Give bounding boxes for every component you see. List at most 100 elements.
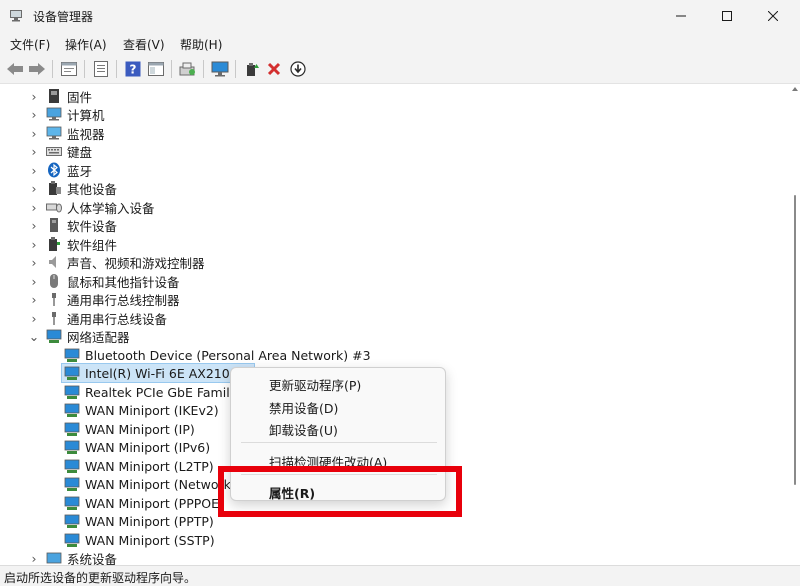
chevron-right-icon[interactable]: ›	[28, 179, 40, 197]
tree-category[interactable]: › 其他设备	[28, 179, 118, 197]
chevron-down-icon[interactable]: ⌄	[28, 327, 40, 345]
category-label: 软件设备	[67, 218, 118, 234]
computer-icon	[46, 107, 62, 121]
add-driver-button[interactable]	[242, 59, 262, 79]
chevron-right-icon[interactable]: ›	[28, 309, 40, 327]
network-adapter-icon	[64, 366, 80, 380]
maximize-button[interactable]	[704, 0, 750, 32]
chevron-right-icon[interactable]: ›	[28, 290, 40, 308]
vertical-scrollbar[interactable]	[790, 85, 800, 565]
uninstall-down-button[interactable]	[288, 59, 308, 79]
network-adapter-icon	[64, 496, 80, 510]
chevron-right-icon[interactable]: ›	[28, 272, 40, 290]
uninstall-down-icon	[290, 61, 306, 77]
network-device-item[interactable]: Bluetooth Device (Personal Area Network)…	[64, 346, 371, 364]
title-bar: 设备管理器	[0, 0, 800, 32]
scroll-thumb[interactable]	[794, 195, 796, 485]
tree-category[interactable]: › 软件设备	[28, 216, 118, 234]
tree-category[interactable]: › 监视器	[28, 124, 105, 142]
properties-button[interactable]	[59, 59, 79, 79]
network-device-item[interactable]: WAN Miniport (L2TP)	[64, 457, 214, 475]
close-button[interactable]	[750, 0, 796, 32]
menu-disable-device[interactable]: 禁用设备(D)	[269, 398, 338, 417]
firmware-icon	[49, 89, 59, 103]
device-label: WAN Miniport (PPPOE	[85, 495, 220, 511]
chevron-right-icon[interactable]: ›	[28, 105, 40, 123]
category-label: 软件组件	[67, 237, 118, 253]
menu-view[interactable]: 查看(V)	[123, 36, 165, 53]
scan-hardware-icon	[179, 62, 195, 76]
chevron-right-icon[interactable]: ›	[28, 87, 40, 105]
category-label: 网络适配器	[67, 329, 130, 345]
network-adapter-icon	[64, 514, 80, 528]
keyboard-icon	[46, 147, 62, 156]
chevron-right-icon[interactable]: ›	[28, 253, 40, 271]
device-label: Intel(R) Wi-Fi 6E AX210 16	[85, 365, 250, 381]
toolbar-separator	[171, 60, 172, 78]
menu-uninstall-device[interactable]: 卸载设备(U)	[269, 420, 338, 439]
tree-category[interactable]: › 通用串行总线控制器	[28, 290, 180, 308]
tree-category[interactable]: › 鼠标和其他指针设备	[28, 272, 180, 290]
network-device-item[interactable]: WAN Miniport (IKEv2)	[64, 401, 219, 419]
chevron-right-icon[interactable]: ›	[28, 142, 40, 160]
network-device-item[interactable]: WAN Miniport (PPPOE	[64, 494, 219, 512]
category-label: 固件	[67, 89, 93, 105]
back-button[interactable]	[5, 59, 25, 79]
tree-category[interactable]: › 蓝牙	[28, 161, 92, 179]
hid-icon	[46, 203, 62, 213]
device-label: WAN Miniport (IKEv2)	[85, 402, 219, 418]
tree-category[interactable]: › 人体学输入设备	[28, 198, 155, 216]
disable-button[interactable]	[264, 59, 284, 79]
chevron-right-icon[interactable]: ›	[28, 235, 40, 253]
tree-category[interactable]: ⌄ 网络适配器	[28, 327, 130, 345]
tree-category[interactable]: › 键盘	[28, 142, 93, 160]
sound-icon	[49, 256, 56, 268]
console-button[interactable]	[146, 59, 166, 79]
network-device-item[interactable]: WAN Miniport (IP)	[64, 420, 195, 438]
software-device-icon	[50, 218, 58, 232]
minimize-icon	[676, 15, 686, 17]
menu-help[interactable]: 帮助(H)	[180, 36, 222, 53]
network-adapter-icon	[64, 533, 80, 547]
forward-button[interactable]	[27, 59, 47, 79]
chevron-right-icon[interactable]: ›	[28, 198, 40, 216]
network-device-item[interactable]: WAN Miniport (SSTP)	[64, 531, 215, 549]
chevron-right-icon[interactable]: ›	[28, 549, 40, 566]
chevron-right-icon[interactable]: ›	[28, 216, 40, 234]
toolbar-separator	[235, 60, 236, 78]
network-adapter-icon	[64, 422, 80, 436]
tree-category[interactable]: › 声音、视频和游戏控制器	[28, 253, 205, 271]
scan-hardware-button[interactable]	[178, 59, 198, 79]
network-device-item[interactable]: WAN Miniport (IPv6)	[64, 438, 210, 456]
device-label: Bluetooth Device (Personal Area Network)…	[85, 347, 371, 363]
menu-action[interactable]: 操作(A)	[65, 36, 107, 53]
help-button[interactable]: ?	[123, 59, 143, 79]
help-icon: ?	[125, 61, 141, 77]
tree-category[interactable]: › 固件	[28, 87, 93, 105]
software-component-icon	[49, 237, 60, 251]
chevron-right-icon[interactable]: ›	[28, 161, 40, 179]
network-adapter-icon	[64, 385, 80, 399]
scroll-up-arrow-icon[interactable]	[792, 87, 798, 91]
chevron-right-icon[interactable]: ›	[28, 124, 40, 142]
tree-category[interactable]: › 系统设备	[28, 549, 118, 566]
device-label: WAN Miniport (SSTP)	[85, 532, 215, 548]
add-driver-icon	[247, 63, 259, 76]
tree-category[interactable]: › 软件组件	[28, 235, 118, 253]
device-manager-icon	[10, 10, 22, 22]
close-icon	[768, 11, 778, 21]
menu-file[interactable]: 文件(F)	[10, 36, 50, 53]
tree-category[interactable]: › 计算机	[28, 105, 105, 123]
network-device-item[interactable]: WAN Miniport (PPTP)	[64, 512, 214, 530]
category-label: 通用串行总线设备	[67, 311, 168, 327]
menu-update-driver[interactable]: 更新驱动程序(P)	[269, 375, 361, 394]
category-label: 其他设备	[67, 181, 118, 197]
tree-category[interactable]: › 通用串行总线设备	[28, 309, 168, 327]
network-device-item[interactable]: Realtek PCIe GbE Family C	[64, 383, 250, 401]
monitor-button[interactable]	[210, 59, 230, 79]
category-label: 计算机	[67, 107, 105, 123]
svg-text:?: ?	[130, 63, 137, 77]
network-device-item-selected[interactable]: Intel(R) Wi-Fi 6E AX210 16	[61, 363, 255, 383]
tree-view-button[interactable]	[91, 59, 111, 79]
minimize-button[interactable]	[658, 0, 704, 32]
